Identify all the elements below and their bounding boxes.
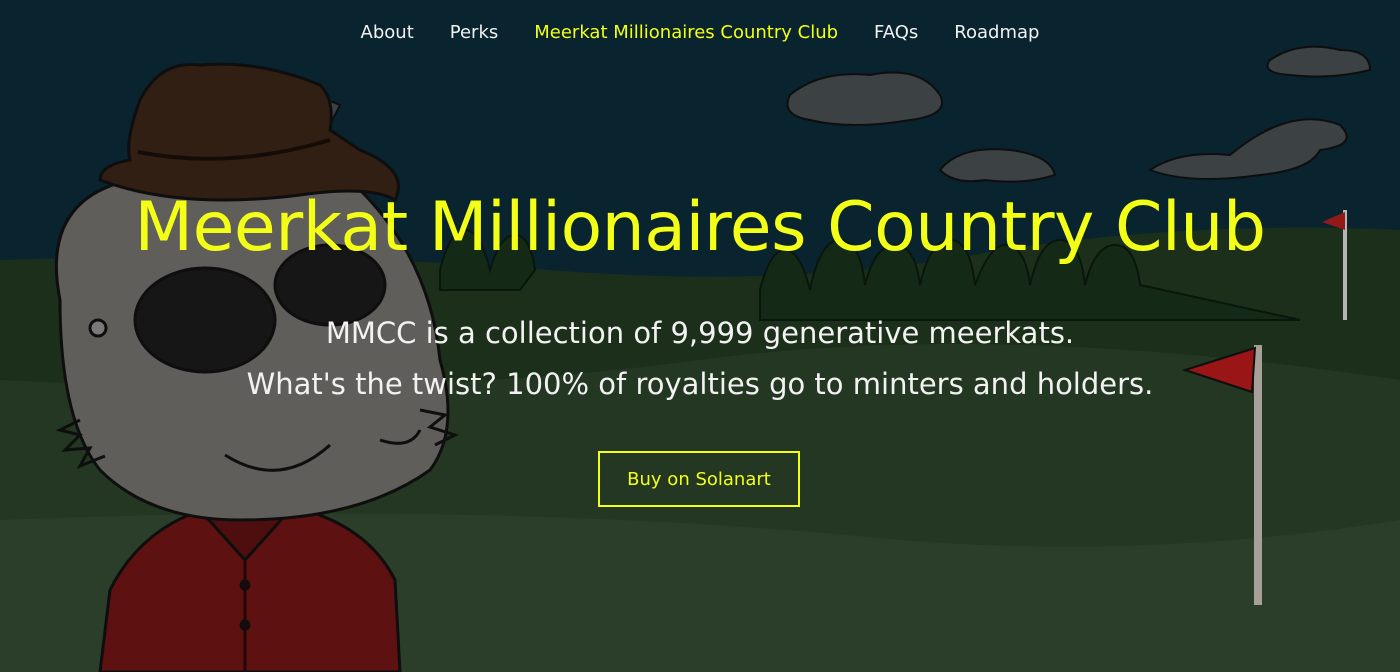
hero-tagline-line-1: MMCC is a collection of 9,999 generative… — [325, 316, 1075, 350]
nav-link-home[interactable]: Meerkat Millionaires Country Club — [534, 22, 838, 43]
nav-link-roadmap[interactable]: Roadmap — [954, 22, 1039, 43]
top-nav: About Perks Meerkat Millionaires Country… — [0, 0, 1400, 64]
nav-link-perks[interactable]: Perks — [450, 22, 499, 43]
hero-title: Meerkat Millionaires Country Club — [134, 188, 1266, 267]
nav-link-faqs[interactable]: FAQs — [874, 22, 918, 43]
nav-link-about[interactable]: About — [361, 22, 414, 43]
hero-tagline-line-2: What's the twist? 100% of royalties go t… — [246, 367, 1154, 401]
buy-on-solanart-button[interactable]: Buy on Solanart — [598, 451, 800, 507]
